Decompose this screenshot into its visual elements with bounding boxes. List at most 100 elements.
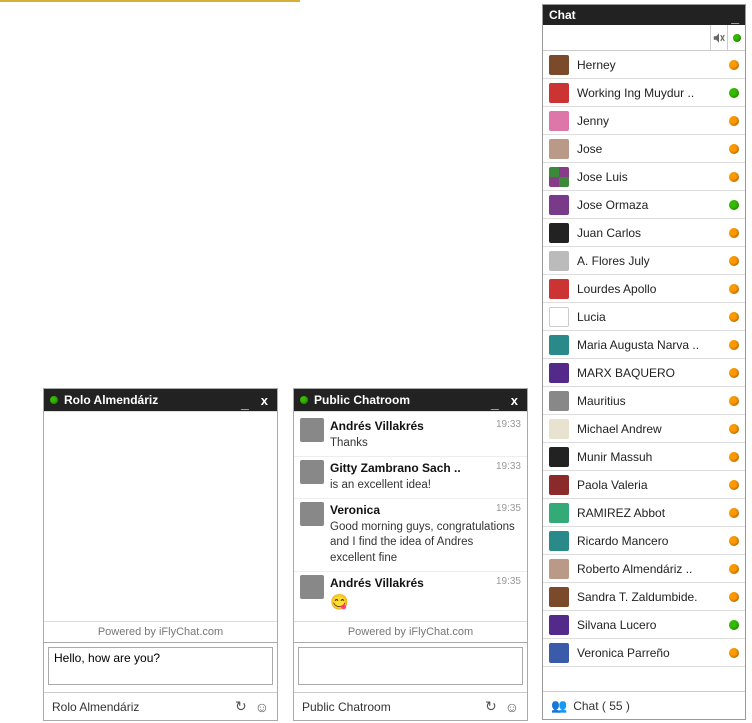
footer-name: Public Chatroom — [302, 700, 477, 714]
buddy-list-item[interactable]: Sandra T. Zaldumbide. — [543, 583, 745, 611]
buddy-list-item[interactable]: Jenny — [543, 107, 745, 135]
avatar — [549, 643, 569, 663]
chat-header[interactable]: Public Chatroom _ x — [294, 389, 527, 411]
buddy-list-item[interactable]: Jose Ormaza — [543, 191, 745, 219]
message-sender: Veronica — [330, 503, 380, 517]
buddy-list-item[interactable]: Lourdes Apollo — [543, 275, 745, 303]
refresh-icon[interactable]: ↻ — [485, 698, 497, 715]
avatar — [549, 55, 569, 75]
message-time: 19:35 — [496, 502, 521, 516]
buddy-name: RAMIREZ Abbot — [577, 506, 721, 520]
buddy-name: Silvana Lucero — [577, 618, 721, 632]
buddy-list-item[interactable]: Roberto Almendáriz .. — [543, 555, 745, 583]
status-dot-icon — [729, 424, 739, 434]
chat-input[interactable] — [48, 647, 273, 685]
close-button[interactable]: x — [508, 393, 521, 408]
sound-toggle-icon[interactable] — [711, 25, 728, 50]
buddy-list-item[interactable]: MARX BAQUERO — [543, 359, 745, 387]
message-text: Good morning guys, congratulations and I… — [330, 520, 521, 567]
buddy-search-input[interactable] — [543, 25, 711, 50]
message-text: 😋 — [330, 593, 521, 613]
status-dot-icon — [729, 172, 739, 182]
buddy-name: Mauritius — [577, 394, 721, 408]
status-dot-icon — [733, 34, 741, 42]
avatar — [549, 447, 569, 467]
chat-message: Gitty Zambrano Sach ..19:33is an excelle… — [294, 457, 527, 499]
chat-input[interactable] — [298, 647, 523, 685]
buddy-list[interactable]: Herney Working Ing Muydur .. JennyJose Jose… — [543, 51, 745, 691]
buddy-name: Jose Luis — [577, 170, 721, 184]
buddy-list-item[interactable]: Mauritius — [543, 387, 745, 415]
buddy-list-panel: Chat _ HerneyWorking Ing Muydur ..JennyJ… — [542, 4, 746, 720]
message-time: 19:35 — [496, 575, 521, 589]
buddy-list-item[interactable]: RAMIREZ Abbot — [543, 499, 745, 527]
buddy-name: Juan Carlos — [577, 226, 721, 240]
avatar — [549, 559, 569, 579]
avatar — [300, 460, 324, 484]
buddy-list-item[interactable]: Munir Massuh — [543, 443, 745, 471]
status-dot-icon — [729, 592, 739, 602]
avatar — [549, 615, 569, 635]
minimize-button[interactable]: _ — [488, 399, 502, 407]
smiley-icon[interactable]: ☺ — [505, 699, 519, 715]
close-button[interactable]: x — [258, 393, 271, 408]
buddy-list-item[interactable]: Michael Andrew — [543, 415, 745, 443]
smiley-icon[interactable]: ☺ — [255, 699, 269, 715]
message-time: 19:33 — [496, 418, 521, 432]
avatar — [549, 223, 569, 243]
buddy-list-item[interactable]: Ricardo Mancero — [543, 527, 745, 555]
chat-message-area[interactable]: Andrés Villakrés19:33ThanksGitty Zambran… — [294, 411, 527, 621]
message-sender: Andrés Villakrés — [330, 419, 424, 433]
minimize-button[interactable]: _ — [731, 9, 739, 25]
my-status-indicator[interactable] — [728, 25, 745, 50]
chat-title: Rolo Almendáriz — [64, 393, 232, 407]
buddy-list-item[interactable]: Working Ing Muydur .. — [543, 79, 745, 107]
buddy-name: Jose Ormaza — [577, 198, 721, 212]
avatar — [300, 575, 324, 599]
chat-message-area[interactable] — [44, 411, 277, 621]
buddy-name: Maria Augusta Narva .. — [577, 338, 721, 352]
status-dot-icon — [729, 536, 739, 546]
avatar — [549, 111, 569, 131]
status-dot-icon — [729, 508, 739, 518]
buddy-list-item[interactable]: Maria Augusta Narva .. — [543, 331, 745, 359]
buddy-list-item[interactable]: A. Flores July — [543, 247, 745, 275]
buddy-list-header[interactable]: Chat _ — [543, 5, 745, 25]
buddy-list-item[interactable]: Juan Carlos — [543, 219, 745, 247]
refresh-icon[interactable]: ↻ — [235, 698, 247, 715]
avatar — [549, 531, 569, 551]
buddy-list-item[interactable]: Paola Valeria — [543, 471, 745, 499]
buddy-list-item[interactable]: Lucia — [543, 303, 745, 331]
chat-count-label: Chat ( 55 ) — [573, 699, 630, 713]
status-dot-icon — [729, 480, 739, 490]
buddy-list-item[interactable]: Jose — [543, 135, 745, 163]
status-dot-icon — [729, 648, 739, 658]
avatar — [549, 503, 569, 523]
chat-message: Andrés Villakrés19:35😋 — [294, 572, 527, 618]
avatar — [549, 391, 569, 411]
buddy-name: Lucia — [577, 310, 721, 324]
status-dot-icon — [729, 312, 739, 322]
chat-header[interactable]: Rolo Almendáriz _ x — [44, 389, 277, 411]
buddy-list-item[interactable]: Veronica Parreño — [543, 639, 745, 667]
avatar — [300, 418, 324, 442]
avatar — [549, 83, 569, 103]
message-sender: Gitty Zambrano Sach .. — [330, 461, 461, 475]
chat-message: Veronica 19:35 Good morning guys, congratu… — [294, 499, 527, 572]
buddy-list-toolbar — [543, 25, 745, 51]
avatar — [549, 167, 569, 187]
buddy-name: Roberto Almendáriz .. — [577, 562, 721, 576]
status-dot-icon — [729, 60, 739, 70]
buddy-list-footer[interactable]: 👥 Chat ( 55 ) — [543, 691, 745, 719]
status-dot-icon — [729, 452, 739, 462]
minimize-button[interactable]: _ — [238, 399, 252, 407]
status-dot-icon — [729, 228, 739, 238]
status-dot-icon — [300, 396, 308, 404]
buddy-list-item[interactable]: Herney — [543, 51, 745, 79]
buddy-list-item[interactable]: Silvana Lucero — [543, 611, 745, 639]
avatar — [549, 251, 569, 271]
buddy-name: Working Ing Muydur .. — [577, 86, 721, 100]
buddy-list-item[interactable]: Jose Luis — [543, 163, 745, 191]
buddy-name: Paola Valeria — [577, 478, 721, 492]
avatar — [549, 139, 569, 159]
